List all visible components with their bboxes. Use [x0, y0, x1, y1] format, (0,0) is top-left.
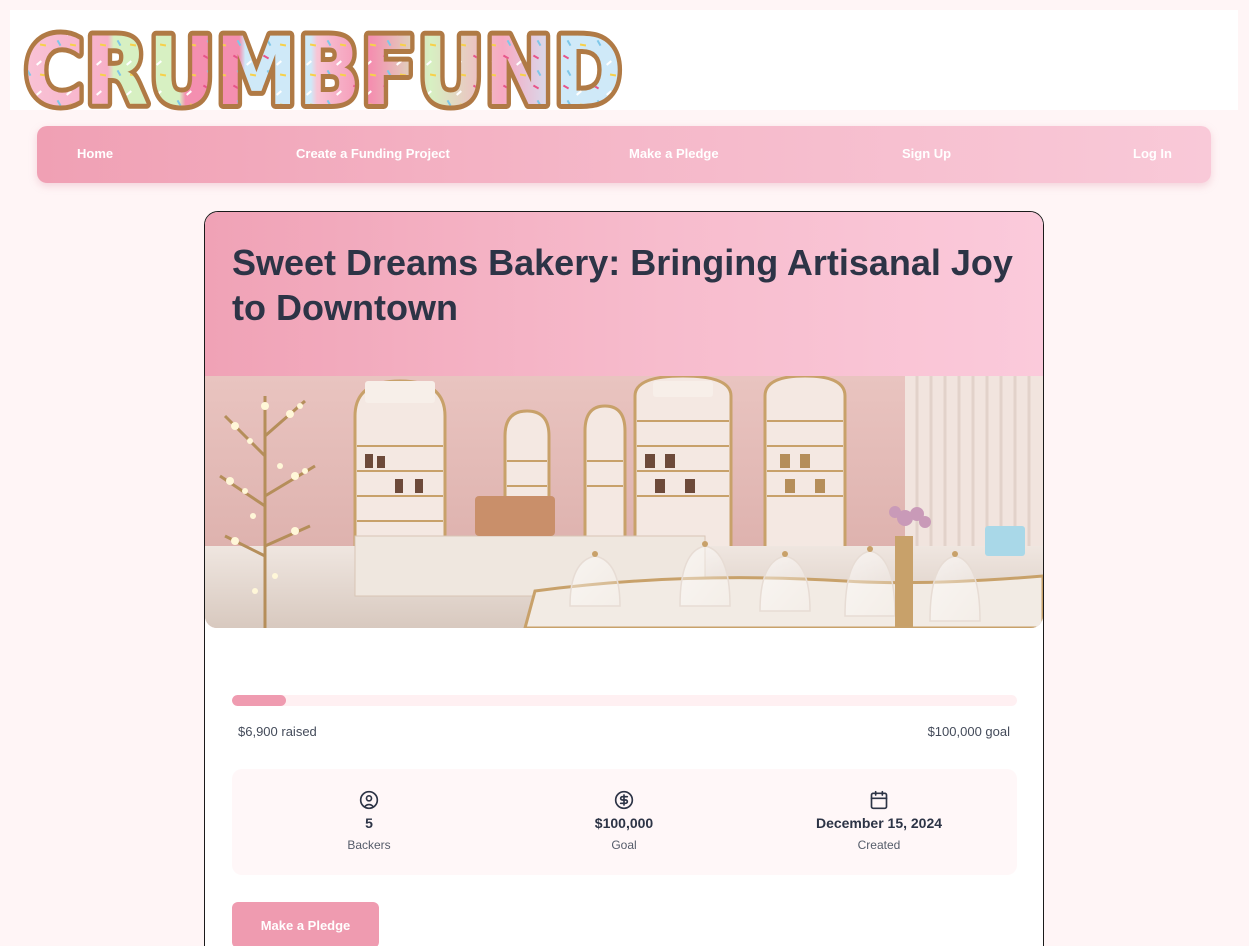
funding-progress-fill [232, 695, 287, 706]
funding-goal: $100,000 goal [927, 724, 1010, 739]
funding-progress-bar [232, 695, 1017, 706]
nav-home[interactable]: Home [77, 126, 113, 183]
amount-raised: $6,900 raised [238, 724, 317, 739]
project-stats: 5 Backers $100,000 Goal December 15, 202… [232, 769, 1017, 875]
nav-create-funding-project[interactable]: Create a Funding Project [296, 126, 450, 183]
stat-backers-value: 5 [365, 815, 373, 831]
crumbfund-logo: CRUMBFUND CRUMBFUND CRUMBFUND [20, 22, 627, 112]
project-hero-image [205, 376, 1043, 628]
user-circle-icon [359, 790, 379, 810]
project-title: Sweet Dreams Bakery: Bringing Artisanal … [232, 242, 1013, 328]
project-card: Sweet Dreams Bakery: Bringing Artisanal … [204, 211, 1044, 946]
svg-text:CRUMBFUND: CRUMBFUND [24, 22, 622, 112]
stat-created: December 15, 2024 Created [749, 769, 1009, 875]
stat-goal-value: $100,000 [594, 815, 654, 831]
nav-log-in[interactable]: Log In [1133, 126, 1172, 183]
calendar-icon [870, 790, 888, 810]
make-a-pledge-button[interactable]: Make a Pledge [232, 902, 379, 946]
stat-backers-label: Backers [347, 838, 391, 852]
main-nav: Home Create a Funding Project Make a Ple… [37, 126, 1211, 183]
nav-sign-up[interactable]: Sign Up [902, 126, 951, 183]
stat-goal-label: Goal [611, 838, 637, 852]
nav-make-a-pledge[interactable]: Make a Pledge [629, 126, 719, 183]
dollar-circle-icon [614, 790, 634, 810]
stat-goal: $100,000 Goal [494, 769, 754, 875]
stat-created-value: December 15, 2024 [815, 815, 943, 831]
bakery-interior-image [205, 376, 1043, 628]
logo-header: CRUMBFUND CRUMBFUND CRUMBFUND [10, 10, 1238, 112]
stat-backers: 5 Backers [239, 769, 499, 875]
project-header: Sweet Dreams Bakery: Bringing Artisanal … [205, 212, 1043, 377]
stat-created-label: Created [857, 838, 901, 852]
